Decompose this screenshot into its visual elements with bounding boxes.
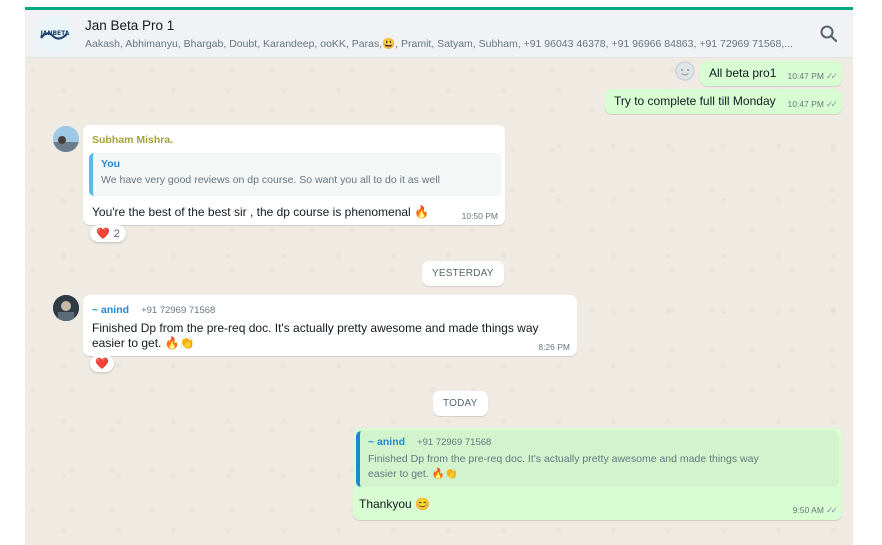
heart-icon: ❤️ [96,228,110,240]
quoted-sender: ~ anind +91 72969 71568 [368,436,831,448]
chat-header[interactable]: JANBETA Jan Beta Pro 1 Aakash, Abhimanyu… [25,10,853,58]
search-icon[interactable] [819,24,839,44]
group-members[interactable]: Aakash, Abhimanyu, Bhargab, Doubt, Karan… [85,37,800,50]
message-bubble-in[interactable]: Subham Mishra. You We have very good rev… [83,125,505,225]
sender-avatar[interactable] [675,61,695,81]
date-divider: TODAY [433,391,488,416]
quoted-text: We have very good reviews on dp course. … [101,174,440,186]
quoted-text: Finished Dp from the pre-req doc. It's a… [368,453,759,480]
message-time-text: 10:47 PM [787,99,824,109]
reaction-badge[interactable]: ❤️ 2 [90,225,126,242]
message-bubble-out[interactable]: All beta pro1 10:47 PM ✓✓ [700,61,842,86]
message-time: 10:47 PM ✓✓ [787,99,839,110]
message-bubble-in[interactable]: ~ anind +91 72969 71568 Finished Dp from … [83,295,577,356]
double-check-icon: ✓✓ [825,99,838,109]
sender-phone: +91 72969 71568 [141,305,216,316]
message-bubble-out[interactable]: Try to complete full till Monday 10:47 P… [605,89,842,114]
quoted-message[interactable]: ~ anind +91 72969 71568 Finished Dp from … [356,431,839,487]
sender-name-text: ~ anind [92,304,130,316]
group-title[interactable]: Jan Beta Pro 1 [85,18,174,33]
sender-name[interactable]: ~ anind +91 72969 71568 [92,304,215,316]
message-time: 10:47 PM ✓✓ [787,71,839,82]
date-divider: YESTERDAY [422,261,504,286]
sender-avatar[interactable] [53,126,79,152]
message-text: You're the best of the best sir , the dp… [92,205,429,219]
message-time: 8:26 PM [538,342,570,352]
quoted-sender-text: ~ anind [368,436,406,448]
message-time-text: 9:50 AM [792,505,824,515]
sender-name[interactable]: Subham Mishra. [92,134,173,146]
sender-avatar[interactable] [53,295,79,321]
double-check-icon: ✓✓ [825,71,838,81]
quoted-phone: +91 72969 71568 [417,437,492,448]
message-time-text: 10:47 PM [787,71,824,81]
message-text: Try to complete full till Monday [614,94,776,108]
group-avatar-text: JANBETA [40,30,70,37]
heart-icon: ❤️ [95,358,109,370]
quoted-sender: You [101,158,121,170]
message-text: Finished Dp from the pre-req doc. It's a… [92,321,539,350]
message-time: 9:50 AM ✓✓ [792,505,838,516]
quoted-message[interactable]: You We have very good reviews on dp cour… [89,153,501,196]
message-text: All beta pro1 [709,66,777,80]
message-time: 10:50 PM [461,211,498,221]
reaction-count: 2 [113,227,120,240]
message-bubble-out[interactable]: ~ anind +91 72969 71568 Finished Dp from … [353,428,842,520]
double-check-icon: ✓✓ [825,505,838,515]
reaction-badge[interactable]: ❤️ [90,355,114,372]
message-text: Thankyou 😊 [359,497,430,511]
group-avatar[interactable]: JANBETA [37,16,73,52]
